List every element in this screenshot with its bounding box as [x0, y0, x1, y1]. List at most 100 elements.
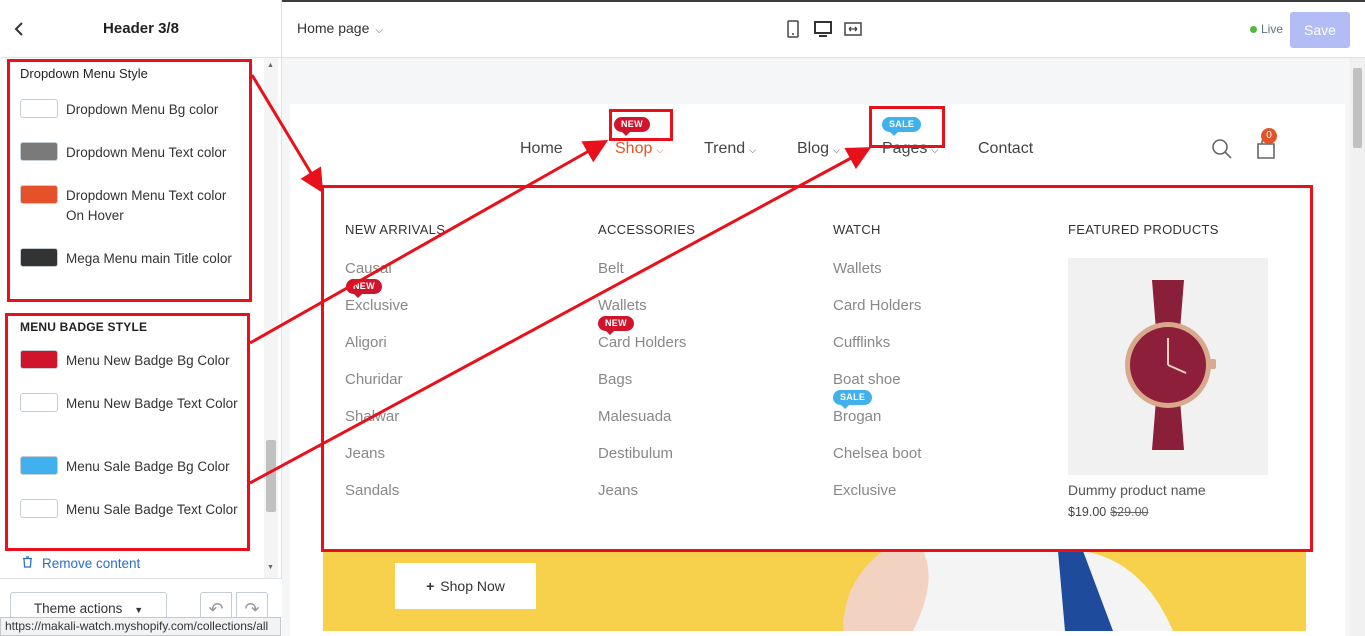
menu-link[interactable]: Shalwar: [345, 408, 399, 425]
color-swatch[interactable]: [20, 142, 58, 161]
menu-link[interactable]: Churidar: [345, 371, 403, 388]
search-icon[interactable]: [1211, 138, 1233, 165]
menu-link[interactable]: Destibulum: [598, 445, 673, 462]
nav-contact[interactable]: Contact: [978, 140, 1033, 158]
scroll-thumb[interactable]: [266, 440, 276, 512]
menu-link[interactable]: Brogan: [833, 408, 881, 425]
menu-link[interactable]: Belt: [598, 260, 624, 277]
remove-content-link[interactable]: Remove content: [22, 556, 140, 571]
option-label: Menu New Badge Text Color: [66, 396, 238, 411]
watch-icon: [1068, 258, 1268, 475]
current-price: $19.00: [1068, 505, 1107, 519]
shop-now-label: Shop Now: [440, 578, 505, 594]
menu-link[interactable]: Wallets: [833, 260, 882, 277]
top-bar: Home page ⌵ Live Save: [282, 0, 1365, 58]
color-swatch[interactable]: [20, 185, 58, 204]
option-dropdown-hover-color[interactable]: Dropdown Menu Text color On Hover: [20, 185, 245, 225]
menu-link[interactable]: Card Holders: [598, 334, 686, 351]
menu-link[interactable]: Jeans: [345, 445, 385, 462]
menu-link[interactable]: Sandals: [345, 482, 399, 499]
menu-link[interactable]: Chelsea boot: [833, 445, 921, 462]
menu-link[interactable]: Jeans: [598, 482, 638, 499]
scroll-thumb[interactable]: [1353, 68, 1362, 148]
menu-link[interactable]: Causal: [345, 260, 392, 277]
menu-link[interactable]: Cufflinks: [833, 334, 890, 351]
option-label: Menu Sale Badge Text Color: [66, 502, 238, 517]
redo-icon: ↷: [244, 599, 260, 619]
nav-label: Blog: [797, 140, 830, 157]
featured-product-name[interactable]: Dummy product name: [1068, 482, 1206, 498]
option-new-badge-bg[interactable]: Menu New Badge Bg Color: [20, 350, 245, 390]
menu-link[interactable]: Exclusive: [833, 482, 896, 499]
option-label: Menu New Badge Bg Color: [66, 353, 230, 368]
page-selector-label: Home page: [297, 20, 370, 36]
color-swatch[interactable]: [20, 248, 58, 267]
live-label: Live: [1261, 22, 1284, 36]
option-label: Mega Menu main Title color: [66, 251, 232, 266]
menu-link[interactable]: Exclusive: [345, 297, 408, 314]
color-swatch[interactable]: [20, 393, 58, 412]
menu-link[interactable]: Bags: [598, 371, 632, 388]
option-sale-badge-bg[interactable]: Menu Sale Badge Bg Color: [20, 456, 245, 496]
top-divider: [282, 0, 1365, 2]
nav-label: Contact: [978, 140, 1034, 157]
cart-count-badge: 0: [1261, 128, 1277, 144]
menu-sale-badge: SALE: [833, 390, 873, 409]
menu-new-badge: NEW: [598, 316, 634, 335]
option-new-badge-text[interactable]: Menu New Badge Text Color: [20, 393, 245, 433]
sidebar: Header 3/8 Dropdown Menu Style Dropdown …: [0, 0, 282, 636]
nav-trend[interactable]: Trend ⌵: [704, 140, 756, 158]
undo-icon: ↶: [208, 599, 224, 619]
live-status: Live: [1250, 22, 1283, 36]
color-swatch[interactable]: [20, 99, 58, 118]
mega-column-title: NEW ARRIVALS: [345, 222, 446, 237]
option-mega-title-color[interactable]: Mega Menu main Title color: [20, 248, 245, 288]
featured-product-image[interactable]: [1068, 258, 1268, 475]
chevron-down-icon: ⌵: [749, 145, 757, 155]
menu-link[interactable]: Boat shoe: [833, 371, 901, 388]
option-dropdown-bg-color[interactable]: Dropdown Menu Bg color: [20, 99, 245, 139]
chevron-down-icon: ⌵: [375, 25, 383, 36]
menu-link[interactable]: Card Holders: [833, 297, 921, 314]
color-swatch[interactable]: [20, 456, 58, 475]
settings-panel: Dropdown Menu Style Dropdown Menu Bg col…: [0, 58, 282, 578]
mega-column-title: WATCH: [833, 222, 881, 237]
badge-section-title: MENU BADGE STYLE: [20, 320, 148, 334]
nav-label: Pages: [882, 140, 928, 157]
menu-link[interactable]: Malesuada: [598, 408, 671, 425]
menu-link[interactable]: Aligori: [345, 334, 387, 351]
chevron-down-icon: ⌵: [931, 145, 939, 155]
mobile-view-icon[interactable]: [783, 19, 803, 39]
dropdown-section-title: Dropdown Menu Style: [20, 66, 148, 81]
scroll-up-icon[interactable]: ▲: [267, 62, 274, 69]
nav-label: Shop: [615, 140, 653, 157]
mega-column-title: FEATURED PRODUCTS: [1068, 222, 1219, 237]
option-dropdown-text-color[interactable]: Dropdown Menu Text color: [20, 142, 245, 182]
option-label: Dropdown Menu Text color: [66, 145, 227, 160]
desktop-view-icon[interactable]: [813, 19, 833, 39]
fullscreen-view-icon[interactable]: [843, 19, 863, 39]
nav-blog[interactable]: Blog ⌵: [797, 140, 840, 158]
plus-icon: +: [426, 578, 435, 594]
color-swatch[interactable]: [20, 499, 58, 518]
nav-shop[interactable]: Shop ⌵: [615, 140, 663, 158]
sidebar-scrollbar[interactable]: ▲ ▼: [264, 58, 278, 578]
nav-pages[interactable]: Pages ⌵: [882, 140, 938, 158]
nav-home[interactable]: Home: [520, 140, 563, 158]
option-sale-badge-text[interactable]: Menu Sale Badge Text Color: [20, 499, 245, 539]
save-button[interactable]: Save: [1290, 12, 1350, 48]
theme-actions-label: Theme actions: [33, 601, 123, 616]
trash-icon: [22, 556, 34, 571]
color-swatch[interactable]: [20, 350, 58, 369]
shop-now-button[interactable]: + Shop Now: [395, 563, 536, 609]
mega-column-title: ACCESSORIES: [598, 222, 696, 237]
caret-down-icon: ▼: [134, 605, 144, 615]
nav-label: Trend: [704, 140, 746, 157]
preview-scrollbar[interactable]: [1350, 58, 1365, 636]
option-label: Dropdown Menu Text color On Hover: [66, 188, 227, 223]
scroll-down-icon[interactable]: ▼: [267, 564, 274, 571]
menu-link[interactable]: Wallets: [598, 297, 647, 314]
status-dot-icon: [1250, 26, 1257, 33]
theme-editor: Header 3/8 Dropdown Menu Style Dropdown …: [0, 0, 1365, 636]
page-selector[interactable]: Home page ⌵: [297, 20, 383, 36]
